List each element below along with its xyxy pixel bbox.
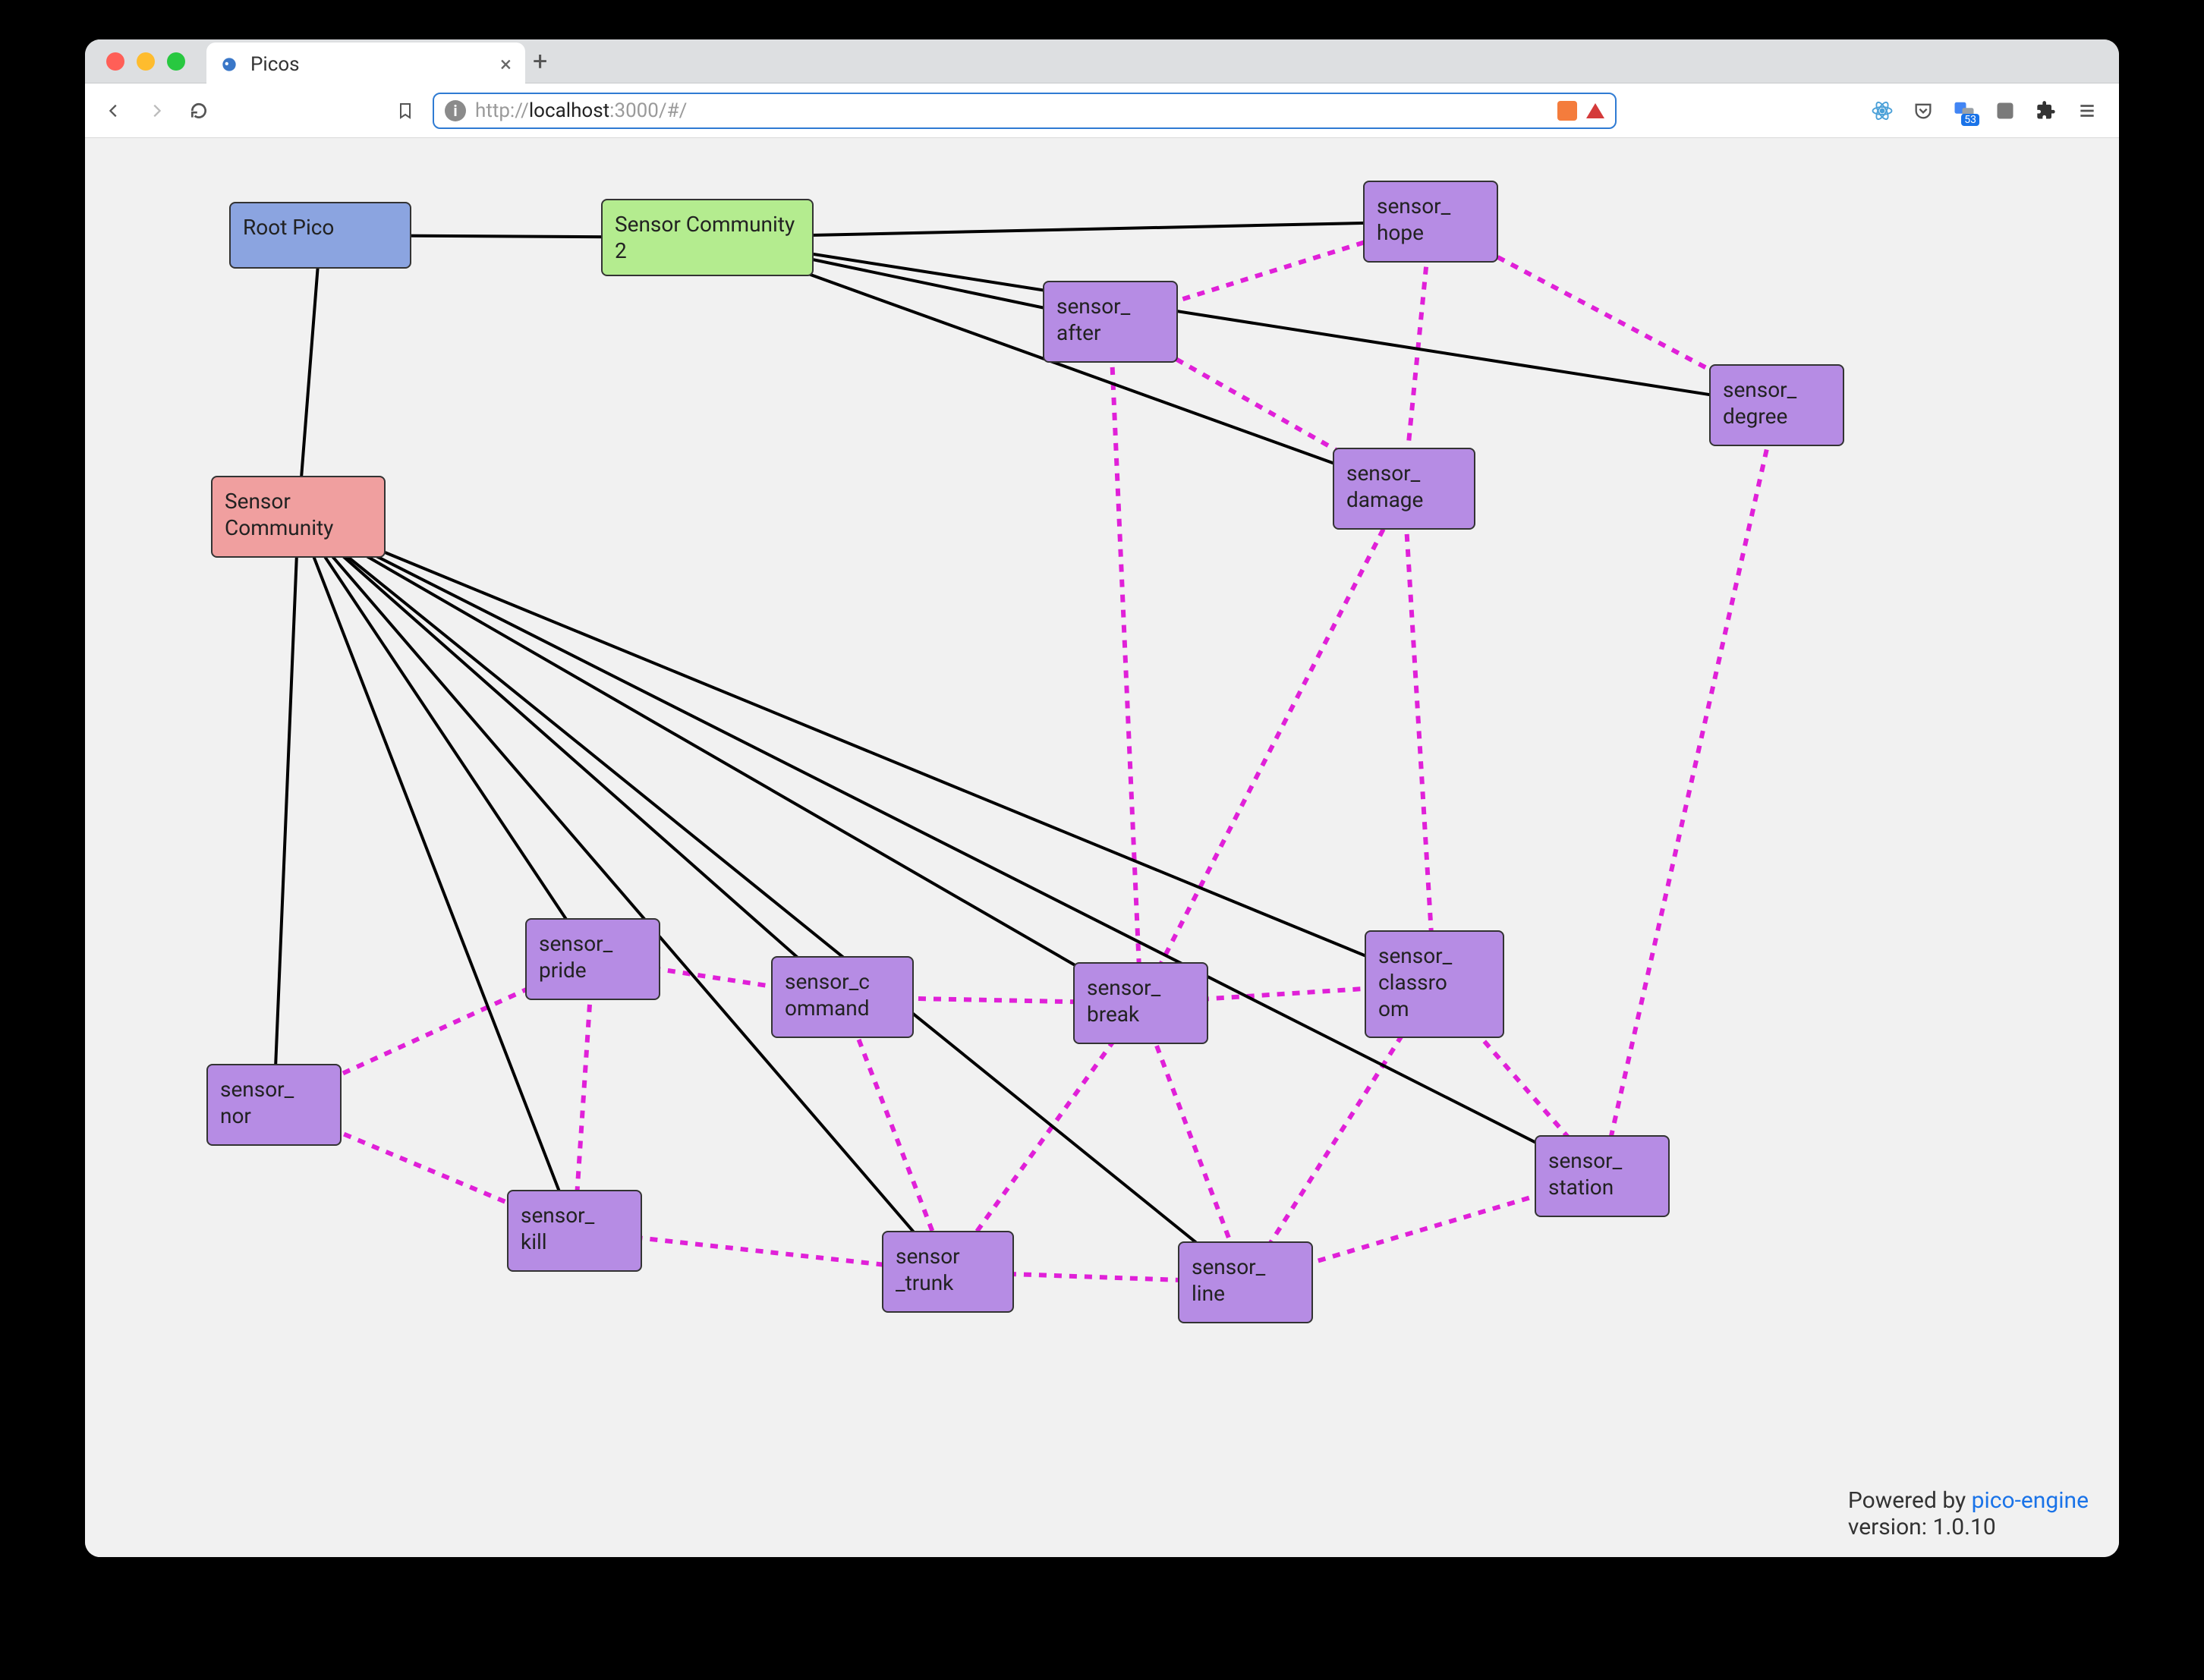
close-window-button[interactable]	[106, 52, 124, 71]
node-line[interactable]: sensor_line	[1178, 1241, 1313, 1323]
extension-icons: 53	[1870, 99, 2105, 123]
tab-close-button[interactable]: ×	[500, 52, 512, 77]
window-controls	[85, 52, 185, 71]
extensions-puzzle-icon[interactable]	[2034, 99, 2058, 123]
brave-rewards-icon[interactable]	[1586, 103, 1604, 118]
address-bar[interactable]: i http://localhost:3000/#/	[433, 93, 1617, 129]
node-after[interactable]: sensor_after	[1043, 281, 1178, 363]
translate-badge: 53	[1961, 114, 1979, 126]
node-trunk[interactable]: sensor_trunk	[882, 1231, 1014, 1313]
tab-title: Picos	[250, 53, 490, 76]
translate-icon[interactable]: 53	[1952, 99, 1976, 123]
node-kill[interactable]: sensor_kill	[507, 1190, 642, 1272]
node-command[interactable]: sensor_command	[771, 956, 914, 1038]
node-classroom[interactable]: sensor_classroom	[1365, 930, 1504, 1038]
extension-icon[interactable]	[1993, 99, 2017, 123]
node-degree[interactable]: sensor_degree	[1709, 364, 1844, 446]
version-value: 1.0.10	[1932, 1514, 1995, 1540]
pico-engine-link[interactable]: pico-engine	[1972, 1487, 2089, 1514]
url-text: http://localhost:3000/#/	[475, 99, 1548, 122]
node-station[interactable]: sensor_station	[1535, 1135, 1670, 1217]
titlebar: Picos × +	[85, 39, 2119, 83]
node-damage[interactable]: sensor_damage	[1333, 448, 1475, 530]
browser-toolbar: i http://localhost:3000/#/ 53	[85, 83, 2119, 138]
powered-by-label: Powered by	[1848, 1487, 1972, 1514]
node-sc2[interactable]: Sensor Community 2	[601, 199, 814, 276]
forward-button[interactable]	[141, 96, 172, 126]
site-info-icon[interactable]: i	[445, 100, 466, 121]
browser-tab[interactable]: Picos ×	[206, 42, 525, 87]
pocket-icon[interactable]	[1911, 99, 1935, 123]
pico-canvas[interactable]: Root Pico Sensor Community 2 SensorCommuni…	[85, 138, 2119, 1557]
new-tab-button[interactable]: +	[533, 46, 547, 77]
minimize-window-button[interactable]	[137, 52, 155, 71]
maximize-window-button[interactable]	[167, 52, 185, 71]
footer: Powered by pico-engine version: 1.0.10	[1848, 1487, 2089, 1540]
node-break[interactable]: sensor_break	[1073, 962, 1208, 1044]
version-label: version:	[1848, 1514, 1933, 1540]
bookmark-button[interactable]	[390, 96, 420, 126]
tab-favicon	[219, 54, 240, 75]
node-pride[interactable]: sensor_pride	[525, 918, 660, 1000]
react-devtools-icon[interactable]	[1870, 99, 1894, 123]
node-sc[interactable]: SensorCommunity	[211, 476, 386, 558]
menu-icon[interactable]	[2075, 99, 2099, 123]
node-root[interactable]: Root Pico	[229, 202, 411, 269]
back-button[interactable]	[99, 96, 129, 126]
reload-button[interactable]	[184, 96, 214, 126]
node-hope[interactable]: sensor_hope	[1363, 181, 1498, 263]
brave-shields-icon[interactable]	[1557, 101, 1577, 121]
node-nor[interactable]: sensor_nor	[206, 1064, 342, 1146]
browser-window: Picos × + i http://localhost:3000/#/	[85, 39, 2119, 1557]
